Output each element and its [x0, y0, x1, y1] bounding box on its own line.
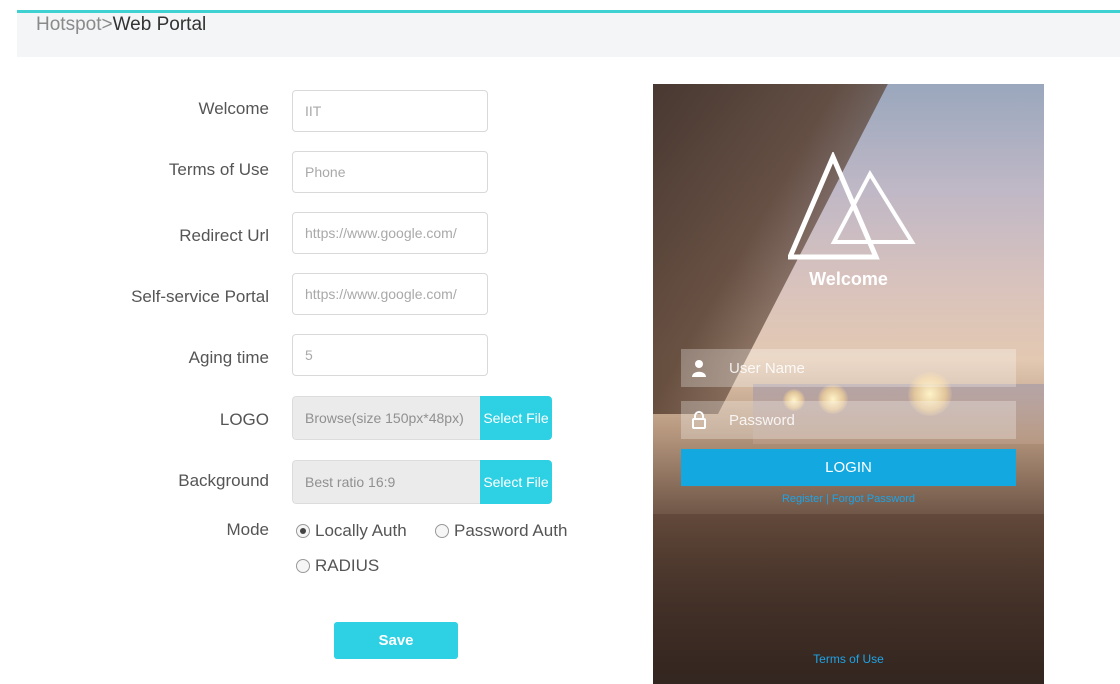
background-label: Background: [178, 471, 269, 490]
logo-label: LOGO: [219, 410, 269, 429]
mode-radio-locally-auth[interactable]: Locally Auth: [296, 521, 407, 541]
terms-of-use-label: Terms of Use: [168, 160, 269, 179]
register-link[interactable]: Register: [782, 493, 823, 505]
breadcrumb: Hotspot>Web Portal: [36, 14, 206, 36]
background-select-file-button[interactable]: Select File: [480, 460, 552, 504]
aging-time-input[interactable]: [292, 334, 488, 376]
radio-label: Password Auth: [454, 521, 568, 540]
radio-unselected-icon: [435, 524, 449, 538]
logo-file-text[interactable]: Browse(size 150px*48px): [292, 396, 480, 440]
preview-account-links: Register | Forgot Password: [653, 493, 1044, 505]
portal-preview: Welcome User Name Password LOGIN Registe…: [653, 84, 1044, 684]
redirect-url-label: Redirect Url: [179, 226, 269, 245]
password-placeholder: Password: [729, 411, 795, 429]
radio-selected-icon: [296, 524, 310, 538]
mode-label: Mode: [226, 520, 269, 539]
breadcrumb-parent[interactable]: Hotspot: [36, 14, 101, 35]
preview-username-field[interactable]: User Name: [681, 349, 1016, 387]
logo-file-picker: Browse(size 150px*48px) Select File: [292, 396, 552, 440]
preview-terms-link[interactable]: Terms of Use: [653, 652, 1044, 666]
welcome-label: Welcome: [198, 99, 269, 118]
background-file-picker: Best ratio 16:9 Select File: [292, 460, 552, 504]
preview-password-field[interactable]: Password: [681, 401, 1016, 439]
triangle-logo-icon: [788, 152, 916, 260]
preview-welcome-text: Welcome: [809, 269, 888, 289]
self-service-portal-input[interactable]: [292, 273, 488, 315]
terms-of-use-input[interactable]: [292, 151, 488, 193]
radio-unselected-icon: [296, 559, 310, 573]
preview-login-button[interactable]: LOGIN: [681, 449, 1016, 486]
username-placeholder: User Name: [729, 359, 805, 377]
aging-time-label: Aging time: [188, 348, 269, 367]
breadcrumb-separator: >: [101, 14, 113, 35]
self-service-portal-label: Self-service Portal: [131, 287, 269, 306]
logo-select-file-button[interactable]: Select File: [480, 396, 552, 440]
background-file-text[interactable]: Best ratio 16:9: [292, 460, 480, 504]
redirect-url-input[interactable]: [292, 212, 488, 254]
links-separator: |: [822, 493, 832, 505]
mode-radio-password-auth[interactable]: Password Auth: [435, 521, 567, 541]
save-button[interactable]: Save: [334, 622, 458, 659]
breadcrumb-current: Web Portal: [112, 14, 207, 35]
welcome-input[interactable]: [292, 90, 488, 132]
mode-radio-radius[interactable]: RADIUS: [296, 556, 379, 576]
forgot-password-link[interactable]: Forgot Password: [832, 493, 915, 505]
lock-icon: [681, 411, 717, 429]
radio-label: Locally Auth: [315, 521, 407, 540]
user-icon: [681, 359, 717, 377]
radio-label: RADIUS: [315, 556, 380, 575]
